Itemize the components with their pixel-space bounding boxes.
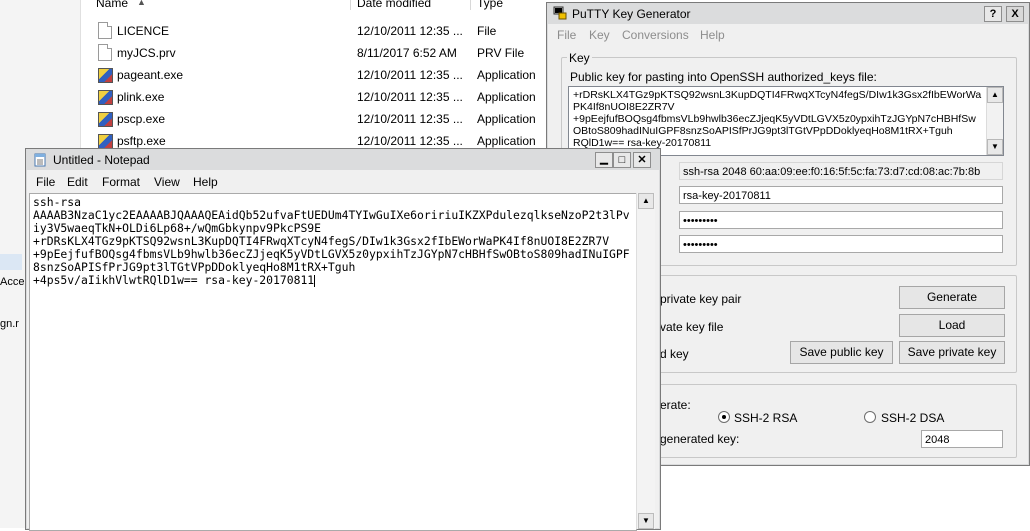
scroll-down-icon[interactable]: ▼ (638, 513, 654, 529)
public-key-textbox[interactable]: +rDRsKLX4TGz9pKTSQ92wsnL3KupDQTI4FRwqXTc… (568, 86, 1004, 156)
scroll-up-icon[interactable]: ▲ (638, 193, 654, 209)
menu-view[interactable]: View (154, 175, 180, 189)
file-type: Application (477, 134, 536, 148)
file-row[interactable]: plink.exe 12/10/2011 12:35 ... Applicati… (96, 86, 596, 108)
nav-item-truncated-2[interactable]: gn.r (0, 318, 19, 330)
file-name: pageant.exe (117, 68, 184, 82)
dsa-radio[interactable] (864, 411, 876, 423)
rsa-option-label[interactable]: SSH-2 RSA (734, 411, 797, 425)
save-public-key-button[interactable]: Save public key (790, 341, 893, 364)
generate-label: private key pair (660, 292, 742, 306)
file-name: psftp.exe (117, 134, 166, 148)
load-button[interactable]: Load (899, 314, 1005, 337)
key-type-label: erate: (660, 398, 691, 412)
pageant-icon (98, 68, 113, 83)
file-date: 12/10/2011 12:35 ... (357, 68, 463, 82)
public-key-scrollbar[interactable]: ▲ ▼ (986, 87, 1003, 155)
file-row[interactable]: pscp.exe 12/10/2011 12:35 ... Applicatio… (96, 108, 596, 130)
notepad-app-icon (34, 153, 46, 167)
notepad-menubar: File Edit Format View Help (27, 172, 659, 192)
key-bits-label: generated key: (660, 432, 740, 446)
notepad-content: ssh-rsa AAAAB3NzaC1yc2EAAAABJQAAAQEAidQb… (33, 196, 633, 287)
menu-edit[interactable]: Edit (67, 175, 88, 189)
dsa-option-label[interactable]: SSH-2 DSA (881, 411, 944, 425)
column-header-type[interactable]: Type (477, 0, 503, 12)
rsa-radio[interactable] (718, 411, 730, 423)
file-row[interactable]: LICENCE 12/10/2011 12:35 ... File (96, 20, 596, 42)
document-icon (98, 22, 112, 39)
putty-app-icon (98, 90, 113, 105)
file-name: pscp.exe (117, 112, 166, 126)
minimize-icon[interactable]: ▁ (595, 152, 613, 168)
file-type: Application (477, 90, 536, 104)
menu-conversions[interactable]: Conversions (622, 28, 689, 42)
generate-button[interactable]: Generate (899, 286, 1005, 309)
putty-app-icon (98, 112, 113, 127)
file-date: 12/10/2011 12:35 ... (357, 90, 463, 104)
notepad-text-area[interactable]: ssh-rsa AAAAB3NzaC1yc2EAAAABJQAAAQEAidQb… (29, 193, 637, 531)
file-date: 8/11/2017 6:52 AM (357, 46, 457, 60)
puttygen-app-icon (553, 6, 567, 20)
column-separator[interactable] (350, 0, 351, 10)
scroll-down-icon[interactable]: ▼ (987, 139, 1003, 155)
puttygen-title: PuTTY Key Generator (572, 7, 691, 21)
key-comment-field[interactable]: rsa-key-20170811 (679, 186, 1003, 204)
menu-help[interactable]: Help (700, 28, 725, 42)
file-date: 12/10/2011 12:35 ... (357, 24, 463, 38)
puttygen-menubar: File Key Conversions Help (548, 25, 1028, 45)
file-row[interactable]: myJCS.prv 8/11/2017 6:52 AM PRV File (96, 42, 596, 64)
text-caret (314, 274, 316, 287)
file-type: File (477, 24, 497, 38)
notepad-titlebar[interactable]: Untitled - Notepad ▁ □ ✕ (27, 150, 659, 170)
maximize-icon[interactable]: □ (613, 152, 631, 168)
file-type: PRV File (477, 46, 525, 60)
save-label: d key (660, 347, 689, 361)
sort-arrow-icon: ▲ (137, 0, 146, 7)
menu-file[interactable]: File (36, 175, 55, 189)
scroll-up-icon[interactable]: ▲ (987, 87, 1003, 103)
confirm-passphrase-field[interactable]: ••••••••• (679, 235, 1003, 253)
file-name: plink.exe (117, 90, 165, 104)
notepad-title: Untitled - Notepad (53, 153, 150, 167)
nav-selected-item[interactable] (0, 254, 22, 270)
public-key-text: +rDRsKLX4TGz9pKTSQ92wsnL3KupDQTI4FRwqXTc… (573, 89, 982, 149)
file-name: LICENCE (117, 24, 170, 38)
key-bits-field[interactable]: 2048 (921, 430, 1003, 448)
notepad-scrollbar[interactable]: ▲ ▼ (636, 193, 655, 529)
file-type: Application (477, 112, 536, 126)
file-date: 12/10/2011 12:35 ... (357, 112, 463, 126)
close-button[interactable]: X (1006, 6, 1024, 22)
menu-key[interactable]: Key (589, 28, 610, 42)
notepad-content-text: ssh-rsa AAAAB3NzaC1yc2EAAAABJQAAAQEAidQb… (33, 195, 630, 287)
close-icon[interactable]: ✕ (633, 152, 651, 168)
puttygen-titlebar[interactable]: PuTTY Key Generator ? X (548, 4, 1028, 24)
nav-item-truncated-1[interactable]: Acce (0, 276, 24, 288)
menu-file[interactable]: File (557, 28, 576, 42)
menu-help[interactable]: Help (193, 175, 218, 189)
save-private-key-button[interactable]: Save private key (899, 341, 1005, 364)
putty-app-icon (98, 134, 113, 149)
file-date: 12/10/2011 12:35 ... (357, 134, 463, 148)
public-key-label: Public key for pasting into OpenSSH auth… (570, 70, 877, 84)
document-icon (98, 44, 112, 61)
help-button[interactable]: ? (984, 6, 1002, 22)
fingerprint-field[interactable]: ssh-rsa 2048 60:aa:09:ee:f0:16:5f:5c:fa:… (679, 162, 1003, 180)
file-name: myJCS.prv (117, 46, 176, 60)
column-header-name[interactable]: Name (96, 0, 128, 12)
column-header-date[interactable]: Date modified (357, 0, 431, 12)
passphrase-field[interactable]: ••••••••• (679, 211, 1003, 229)
file-type: Application (477, 68, 536, 82)
column-separator[interactable] (470, 0, 471, 10)
menu-format[interactable]: Format (102, 175, 140, 189)
load-label: vate key file (660, 320, 724, 334)
notepad-window: Untitled - Notepad ▁ □ ✕ File Edit Forma… (25, 148, 661, 531)
file-row[interactable]: pageant.exe 12/10/2011 12:35 ... Applica… (96, 64, 596, 86)
key-group-label: Key (567, 51, 592, 65)
